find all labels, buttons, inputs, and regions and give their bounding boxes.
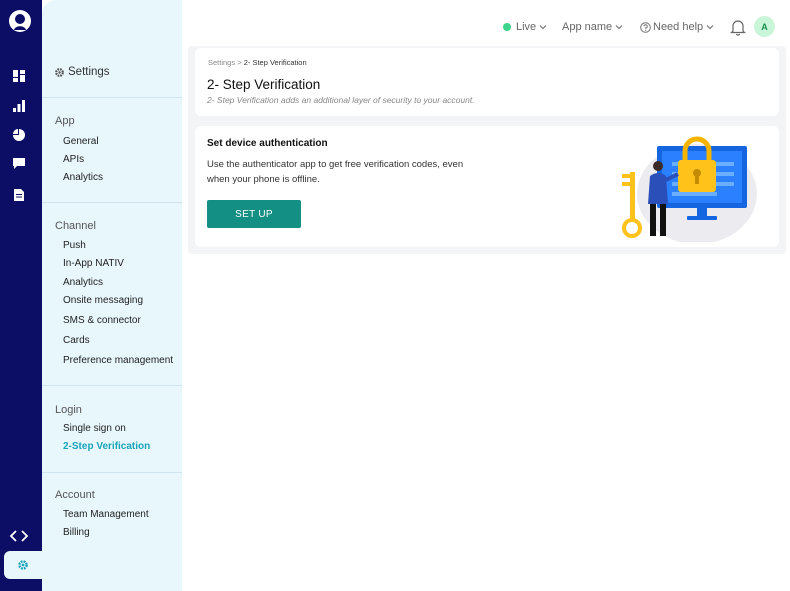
section-account: Account <box>55 489 95 501</box>
app-name-label: App name <box>562 21 613 33</box>
sidebar-item-push[interactable]: Push <box>63 240 86 251</box>
divider <box>42 97 182 98</box>
gear-icon <box>18 560 28 570</box>
sidebar-item-apis[interactable]: APIs <box>63 154 84 165</box>
sidebar-item-channel-analytics[interactable]: Analytics <box>63 277 103 288</box>
set-up-button[interactable]: SET UP <box>207 200 301 228</box>
breadcrumb-separator: > <box>237 58 242 67</box>
sidebar-item-team-management[interactable]: Team Management <box>63 509 149 520</box>
page-header-card: Settings > 2- Step Verification 2- Step … <box>195 48 779 116</box>
avatar[interactable]: A <box>754 16 775 37</box>
bar-chart-icon[interactable] <box>11 98 27 114</box>
dashboard-icon[interactable] <box>11 68 27 84</box>
breadcrumb: Settings > 2- Step Verification <box>208 58 307 67</box>
chevron-down-icon <box>706 25 714 30</box>
pie-chart-icon[interactable] <box>11 127 27 143</box>
app-name-dropdown[interactable]: App name <box>562 16 623 38</box>
settings-sidebar: Settings App General APIs Analytics Chan… <box>42 0 182 591</box>
breadcrumb-current: 2- Step Verification <box>243 58 307 67</box>
chevron-down-icon <box>615 25 623 30</box>
code-icon[interactable] <box>9 528 29 544</box>
section-login: Login <box>55 404 82 416</box>
app-window: Settings App General APIs Analytics Chan… <box>0 0 790 591</box>
icon-rail <box>0 0 42 591</box>
device-authentication-card: Set device authentication Use the authen… <box>195 126 779 247</box>
document-icon[interactable] <box>11 187 27 203</box>
breadcrumb-parent[interactable]: Settings <box>208 58 235 67</box>
auth-card-title: Set device authentication <box>207 138 328 149</box>
sidebar-item-cards[interactable]: Cards <box>63 335 90 346</box>
sidebar-item-onsite-messaging[interactable]: Onsite messaging <box>63 295 143 306</box>
section-app: App <box>55 115 75 127</box>
sidebar-item-app-analytics[interactable]: Analytics <box>63 172 103 183</box>
live-label: Live <box>516 21 537 33</box>
section-channel: Channel <box>55 220 96 232</box>
chat-icon[interactable] <box>11 156 27 172</box>
sidebar-item-2-step-verification[interactable]: 2-Step Verification <box>63 441 150 452</box>
divider <box>42 472 182 473</box>
logo-icon[interactable] <box>8 9 32 33</box>
gear-icon <box>55 67 64 77</box>
bell-icon[interactable] <box>730 18 746 36</box>
live-status-dot <box>503 23 511 31</box>
help-icon <box>640 21 651 33</box>
live-dropdown[interactable]: Live <box>503 16 547 38</box>
settings-rail-button[interactable] <box>4 551 42 579</box>
sidebar-item-single-sign-on[interactable]: Single sign on <box>63 423 126 434</box>
sidebar-item-sms-connector[interactable]: SMS & connector <box>63 315 141 326</box>
sidebar-item-preference-management[interactable]: Preference management <box>63 355 173 366</box>
divider <box>42 202 182 203</box>
sidebar-item-billing[interactable]: Billing <box>63 527 90 538</box>
chevron-down-icon <box>539 25 547 30</box>
need-help-label: Need help <box>653 21 704 33</box>
sidebar-item-general[interactable]: General <box>63 136 99 147</box>
sidebar-title: Settings <box>54 66 110 78</box>
divider <box>42 385 182 386</box>
page-subtitle: 2- Step Verification adds an additional … <box>207 95 475 105</box>
need-help-dropdown[interactable]: Need help <box>640 16 714 38</box>
sidebar-item-in-app-nativ[interactable]: In-App NATIV <box>63 258 124 269</box>
page-title: 2- Step Verification <box>207 77 321 92</box>
sidebar-title-label: Settings <box>68 66 110 78</box>
security-illustration <box>622 136 757 242</box>
auth-card-description: Use the authenticator app to get free ve… <box>207 159 464 185</box>
